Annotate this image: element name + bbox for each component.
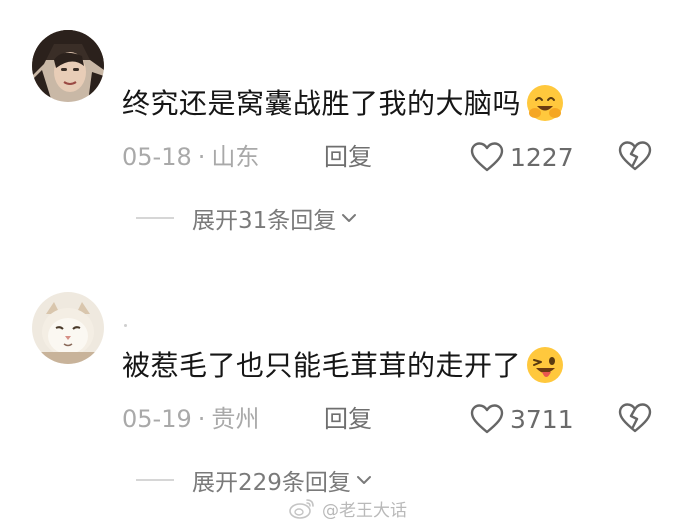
comment-date: 05-18 [122, 143, 192, 171]
avatar[interactable] [32, 292, 104, 364]
comment-text-content: 被惹毛了也只能毛茸茸的走开了 [122, 349, 522, 382]
avatar-person-icon [32, 30, 104, 102]
like-count: 3711 [510, 404, 574, 434]
avatar[interactable] [32, 30, 104, 102]
reply-button[interactable]: 回复 [324, 404, 372, 434]
decorative-dot [124, 324, 127, 327]
smiling-face-with-open-hands-emoji-icon [525, 83, 565, 123]
watermark-text: @老王大话 [322, 500, 407, 521]
chevron-down-icon [356, 476, 371, 484]
dislike-button[interactable] [618, 402, 652, 434]
chevron-down-icon [342, 214, 357, 222]
like-button[interactable]: 1227 [470, 140, 574, 174]
winking-face-with-tongue-emoji-icon [525, 345, 565, 385]
dislike-button[interactable] [618, 140, 652, 172]
expand-divider [136, 217, 174, 219]
broken-heart-icon [618, 403, 652, 433]
expand-replies-button[interactable]: 展开31条回复 [136, 203, 358, 234]
heart-icon [470, 142, 504, 172]
comment-location: 山东 [211, 143, 260, 171]
comment-meta: 05-19 · 贵州 [122, 404, 259, 434]
meta-separator: · [197, 405, 206, 433]
comment-text: 终究还是窝囊战胜了我的大脑吗 [122, 84, 565, 125]
expand-replies-button[interactable]: 展开229条回复 [136, 465, 373, 496]
reply-button[interactable]: 回复 [324, 142, 372, 172]
expand-replies-label: 展开31条回复 [192, 208, 337, 234]
meta-separator: · [197, 143, 206, 171]
comment-date: 05-19 [122, 405, 192, 433]
heart-icon [470, 404, 504, 434]
expand-divider [136, 479, 174, 481]
comment-text: 被惹毛了也只能毛茸茸的走开了 [122, 346, 565, 387]
watermark: @老王大话 [288, 494, 407, 522]
broken-heart-icon [618, 141, 652, 171]
comment-item: 终究还是窝囊战胜了我的大脑吗 05-18 · 山东 回复 1227 展开31条回复 [0, 0, 690, 234]
comment-text-content: 终究还是窝囊战胜了我的大脑吗 [122, 87, 522, 120]
comment-item: 被惹毛了也只能毛茸茸的走开了 05-19 · 贵州 回复 3711 展开229条回复 [0, 262, 690, 496]
avatar-cat-icon [32, 292, 104, 364]
like-count: 1227 [510, 142, 574, 172]
expand-replies-label: 展开229条回复 [192, 470, 351, 496]
comment-meta: 05-18 · 山东 [122, 142, 259, 172]
weibo-icon [289, 499, 314, 519]
comment-location: 贵州 [211, 405, 260, 433]
like-button[interactable]: 3711 [470, 402, 574, 436]
